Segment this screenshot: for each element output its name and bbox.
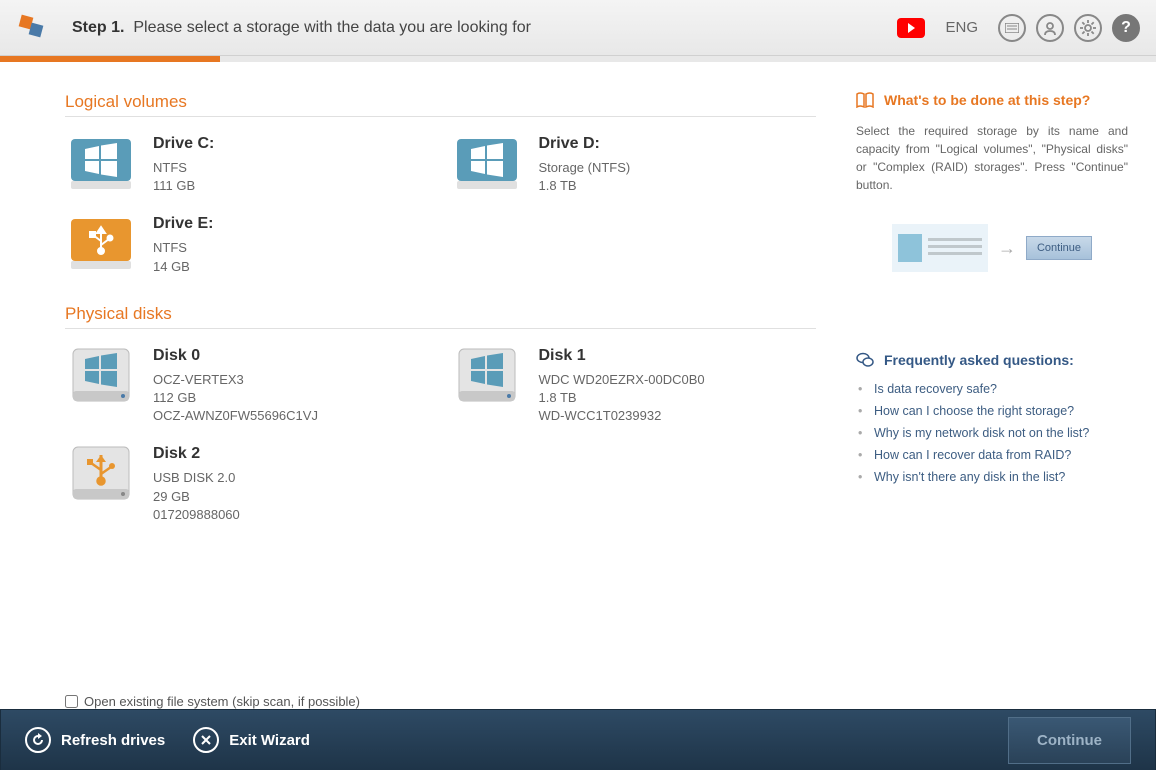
user-icon[interactable] — [1036, 14, 1064, 42]
drive-name: Drive E: — [153, 215, 213, 233]
drive-detail: OCZ-AWNZ0FW55696C1VJ — [153, 407, 318, 425]
help-icon[interactable]: ? — [1112, 14, 1140, 42]
skip-scan-label: Open existing file system (skip scan, if… — [84, 694, 360, 709]
app-logo-icon — [16, 12, 48, 44]
drive-detail: 1.8 TB — [539, 389, 705, 407]
refresh-label: Refresh drives — [61, 732, 165, 749]
section-physical-title: Physical disks — [65, 304, 816, 324]
section-logical-title: Logical volumes — [65, 92, 816, 112]
skip-scan-checkbox[interactable] — [65, 695, 78, 708]
faq-heading-text: Frequently asked questions: — [884, 352, 1074, 368]
drive-detail: 1.8 TB — [539, 177, 631, 195]
logical-volume-item[interactable]: Drive E: NTFS14 GB — [65, 209, 431, 279]
close-icon — [193, 727, 219, 753]
drive-detail: 112 GB — [153, 389, 318, 407]
footer: Refresh drives Exit Wizard Continue — [0, 709, 1156, 770]
main-area: Logical volumes Drive C:NTFS111 GBDrive … — [0, 62, 1156, 702]
drive-icon — [65, 443, 137, 505]
faq-item[interactable]: Is data recovery safe? — [856, 378, 1128, 400]
physical-disks-grid: Disk 0 OCZ-VERTEX3112 GBOCZ-AWNZ0FW55696C… — [65, 341, 816, 528]
drive-detail: NTFS — [153, 159, 214, 177]
drive-detail: OCZ-VERTEX3 — [153, 371, 318, 389]
drive-detail: Storage (NTFS) — [539, 159, 631, 177]
drive-info: Drive D: Storage (NTFS)1.8 TB — [539, 133, 631, 195]
faq-item[interactable]: How can I choose the right storage? — [856, 400, 1128, 422]
drive-name: Drive D: — [539, 135, 631, 153]
physical-disk-item[interactable]: Disk 0 OCZ-VERTEX3112 GBOCZ-AWNZ0FW55696C… — [65, 341, 431, 430]
step-title: Step 1. Please select a storage with the… — [72, 19, 897, 37]
divider — [65, 328, 816, 329]
content-panel: Logical volumes Drive C:NTFS111 GBDrive … — [0, 62, 856, 702]
logical-volumes-grid: Drive C:NTFS111 GBDrive D:Storage (NTFS)… — [65, 129, 816, 280]
arrow-right-icon: → — [998, 238, 1016, 259]
drive-info: Drive C: NTFS111 GB — [153, 133, 214, 195]
logical-volume-item[interactable]: Drive C: NTFS111 GB — [65, 129, 431, 199]
drive-detail: WDC WD20EZRX-00DC0B0 — [539, 371, 705, 389]
gear-icon[interactable] — [1074, 14, 1102, 42]
exit-wizard-button[interactable]: Exit Wizard — [193, 727, 310, 753]
illustration-storage-icon — [892, 224, 988, 272]
physical-disk-item[interactable]: Disk 2 USB DISK 2.029 GB017209888060 — [65, 439, 431, 528]
drive-icon — [451, 133, 523, 195]
language-selector[interactable]: ENG — [935, 19, 988, 36]
refresh-drives-button[interactable]: Refresh drives — [25, 727, 165, 753]
book-icon — [856, 92, 874, 108]
drive-icon — [65, 345, 137, 407]
illustration-continue-button: Continue — [1026, 236, 1092, 260]
faq-heading: Frequently asked questions: — [856, 352, 1128, 368]
continue-button[interactable]: Continue — [1008, 717, 1131, 764]
chat-icon — [856, 352, 874, 368]
faq-list: Is data recovery safe?How can I choose t… — [856, 378, 1128, 488]
exit-label: Exit Wizard — [229, 732, 310, 749]
help-heading-text: What's to be done at this step? — [884, 92, 1090, 108]
progress-fill — [0, 56, 220, 62]
drive-name: Disk 0 — [153, 347, 318, 365]
drive-detail: 017209888060 — [153, 506, 240, 524]
drive-icon — [65, 133, 137, 195]
drive-detail: 111 GB — [153, 177, 214, 195]
step-description: Please select a storage with the data yo… — [133, 19, 531, 36]
help-heading: What's to be done at this step? — [856, 92, 1128, 108]
faq-item[interactable]: How can I recover data from RAID? — [856, 444, 1128, 466]
logical-volume-item[interactable]: Drive D: Storage (NTFS)1.8 TB — [451, 129, 817, 199]
drive-detail: 14 GB — [153, 258, 213, 276]
drive-info: Drive E: NTFS14 GB — [153, 213, 213, 275]
drive-detail: WD-WCC1T0239932 — [539, 407, 705, 425]
youtube-icon[interactable] — [897, 18, 925, 38]
header: Step 1. Please select a storage with the… — [0, 0, 1156, 56]
drive-info: Disk 2 USB DISK 2.029 GB017209888060 — [153, 443, 240, 524]
help-sidebar: What's to be done at this step? Select t… — [856, 62, 1156, 702]
drive-icon — [65, 213, 137, 275]
help-text: Select the required storage by its name … — [856, 122, 1128, 194]
physical-disk-item[interactable]: Disk 1 WDC WD20EZRX-00DC0B01.8 TBWD-WCC1T… — [451, 341, 817, 430]
drive-name: Disk 1 — [539, 347, 705, 365]
progress-bar — [0, 56, 1156, 62]
drive-icon — [451, 345, 523, 407]
header-actions: ENG ? — [897, 14, 1140, 42]
faq-item[interactable]: Why is my network disk not on the list? — [856, 422, 1128, 444]
drive-detail: USB DISK 2.0 — [153, 469, 240, 487]
drive-name: Disk 2 — [153, 445, 240, 463]
keyboard-icon[interactable] — [998, 14, 1026, 42]
drive-detail: 29 GB — [153, 488, 240, 506]
step-number: Step 1. — [72, 19, 124, 36]
refresh-icon — [25, 727, 51, 753]
drive-name: Drive C: — [153, 135, 214, 153]
drive-info: Disk 0 OCZ-VERTEX3112 GBOCZ-AWNZ0FW55696C… — [153, 345, 318, 426]
divider — [65, 116, 816, 117]
drive-detail: NTFS — [153, 239, 213, 257]
faq-item[interactable]: Why isn't there any disk in the list? — [856, 466, 1128, 488]
drive-info: Disk 1 WDC WD20EZRX-00DC0B01.8 TBWD-WCC1T… — [539, 345, 705, 426]
help-illustration: → Continue — [856, 224, 1128, 272]
